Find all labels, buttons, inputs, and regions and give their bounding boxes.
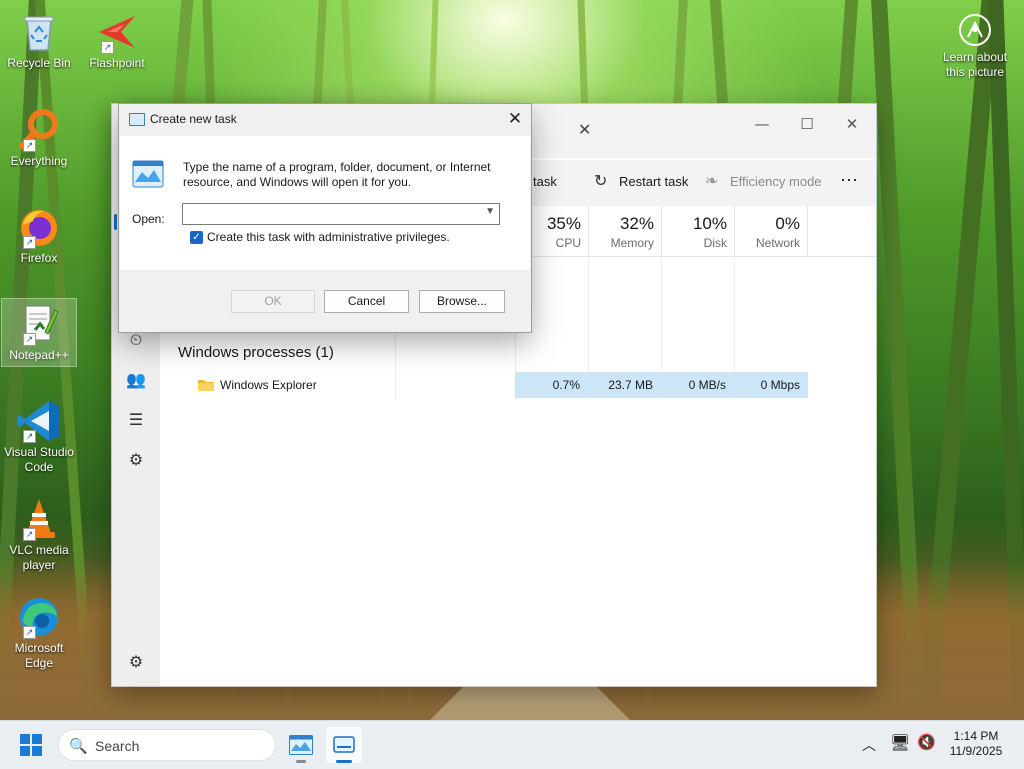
flashpoint-icon: ↗ xyxy=(95,10,139,54)
users-icon[interactable]: 👥 xyxy=(126,370,146,390)
group-header[interactable]: Windows processes (1) xyxy=(178,344,334,361)
vlc-icon: ↗ xyxy=(17,497,61,541)
chevron-up-icon[interactable]: ︿ xyxy=(862,735,876,755)
nav-selection-indicator xyxy=(114,214,117,230)
close-button[interactable]: ✕ xyxy=(830,110,874,138)
shortcut-arrow-icon: ↗ xyxy=(23,626,36,639)
camera-icon xyxy=(957,12,993,48)
admin-checkbox[interactable]: ✓ xyxy=(190,231,203,244)
chevron-down-icon[interactable]: ▼ xyxy=(485,206,495,217)
desktop-icon-edge[interactable]: ↗ Microsoft Edge xyxy=(1,595,77,671)
restart-task-button[interactable]: Restart task xyxy=(619,174,688,189)
dialog-title: Create new task xyxy=(150,112,237,126)
run-title-icon xyxy=(129,113,145,126)
desktop-icon-label: Firefox xyxy=(20,251,58,265)
network-percent: 0% xyxy=(775,214,800,233)
notepad-plus-plus-icon: ↗ xyxy=(17,302,61,346)
everything-icon: ↗ xyxy=(17,108,61,152)
process-disk: 0 MB/s xyxy=(661,372,734,398)
column-extra xyxy=(807,206,877,256)
shortcut-arrow-icon: ↗ xyxy=(101,41,114,54)
shortcut-arrow-icon: ↗ xyxy=(23,139,36,152)
desktop-icon-label: Everything xyxy=(10,154,68,168)
restart-icon: ↻ xyxy=(594,171,608,190)
shortcut-arrow-icon: ↗ xyxy=(23,236,36,249)
desktop-icon-label: Flashpoint xyxy=(89,56,145,70)
column-memory[interactable]: 32% Memory xyxy=(588,206,662,256)
desktop-icon-label: Microsoft Edge xyxy=(14,641,64,670)
folder-icon xyxy=(198,378,214,391)
network-icon[interactable]: 🖥 xyxy=(890,733,910,752)
table-row[interactable]: Windows Explorer 0.7% 23.7 MB 0 MB/s 0 M… xyxy=(164,372,808,398)
windows-logo-icon xyxy=(20,734,30,744)
run-app-icon xyxy=(289,735,313,755)
dialog-description: Type the name of a program, folder, docu… xyxy=(183,160,491,189)
learn-about-label: Learn about this picture xyxy=(942,50,1008,79)
column-disk[interactable]: 10% Disk xyxy=(661,206,735,256)
run-icon xyxy=(132,160,164,188)
vscode-icon: ↗ xyxy=(17,399,61,443)
memory-label: Memory xyxy=(610,236,654,250)
taskbar-run-app[interactable] xyxy=(283,727,319,763)
clock-date: 11/9/2025 xyxy=(949,744,1003,758)
clock-time: 1:14 PM xyxy=(953,729,999,743)
taskbar-search[interactable]: 🔍 Search xyxy=(58,729,276,761)
disk-percent: 10% xyxy=(692,214,727,233)
dialog-close-button[interactable]: ✕ xyxy=(503,107,527,131)
desktop-icon-label: VLC media player xyxy=(9,543,69,572)
process-network: 0 Mbps xyxy=(734,372,808,398)
open-combobox[interactable]: ▼ xyxy=(182,203,500,225)
search-icon: 🔍 xyxy=(69,737,88,755)
taskbar-task-manager-app[interactable] xyxy=(326,727,362,763)
desktop-icon-firefox[interactable]: ↗ Firefox xyxy=(1,205,77,266)
create-new-task-dialog: Create new task ✕ Type the name of a pro… xyxy=(119,104,531,332)
recycle-bin-icon xyxy=(17,10,61,54)
open-label: Open: xyxy=(132,212,165,226)
shortcut-arrow-icon: ↗ xyxy=(23,333,36,346)
desktop-icon-recycle-bin[interactable]: Recycle Bin xyxy=(1,10,77,71)
maximize-button[interactable]: ☐ xyxy=(785,110,829,138)
minimize-button[interactable]: — xyxy=(740,110,784,138)
firefox-icon: ↗ xyxy=(17,205,61,249)
network-label: Network xyxy=(755,236,800,250)
volume-muted-icon[interactable]: 🔇 xyxy=(917,733,936,751)
learn-about-this-picture[interactable]: Learn about this picture xyxy=(936,12,1014,80)
disk-label: Disk xyxy=(703,236,727,250)
task-manager-app-icon xyxy=(333,736,355,753)
memory-percent: 32% xyxy=(619,214,654,233)
desktop-icon-vlc[interactable]: ↗ VLC media player xyxy=(1,497,77,573)
search-clear-icon[interactable]: ✕ xyxy=(578,120,591,139)
process-cpu: 0.7% xyxy=(515,372,588,398)
details-icon[interactable]: ☰ xyxy=(126,410,146,430)
search-placeholder: Search xyxy=(95,738,140,754)
more-options-icon[interactable]: ⋯ xyxy=(840,170,858,191)
start-button[interactable] xyxy=(20,734,43,757)
desktop-icon-everything[interactable]: ↗ Everything xyxy=(1,108,77,169)
process-name: Windows Explorer xyxy=(220,378,317,392)
efficiency-mode-button[interactable]: Efficiency mode xyxy=(730,174,822,189)
clock[interactable]: 1:14 PM 11/9/2025 xyxy=(940,729,1012,759)
desktop-icon-label: Recycle Bin xyxy=(7,56,71,70)
process-memory: 23.7 MB xyxy=(588,372,661,398)
shortcut-arrow-icon: ↗ xyxy=(23,430,36,443)
desktop-icon-vscode[interactable]: ↗ Visual Studio Code xyxy=(1,399,77,475)
open-input[interactable] xyxy=(187,205,481,225)
cancel-button[interactable]: Cancel xyxy=(324,290,409,313)
admin-checkbox-label[interactable]: Create this task with administrative pri… xyxy=(207,230,450,244)
column-network[interactable]: 0% Network xyxy=(734,206,808,256)
performance-icon[interactable]: ⏲ xyxy=(126,330,146,350)
services-icon[interactable]: ⚙ xyxy=(126,450,146,470)
edge-icon: ↗ xyxy=(17,595,61,639)
taskbar: 🔍 Search ︿ 🖥 🔇 1:14 PM 11/9/2025 xyxy=(0,720,1024,769)
efficiency-leaf-icon: ❧ xyxy=(705,171,719,190)
shortcut-arrow-icon: ↗ xyxy=(23,528,36,541)
desktop-icon-notepad-plus-plus[interactable]: ↗ Notepad++ xyxy=(1,298,77,367)
desktop-icon-label: Visual Studio Code xyxy=(4,445,74,474)
settings-icon[interactable]: ⚙ xyxy=(126,652,146,672)
desktop-icon-flashpoint[interactable]: ↗ Flashpoint xyxy=(79,10,155,71)
browse-button[interactable]: Browse... xyxy=(419,290,505,313)
ok-button[interactable]: OK xyxy=(231,290,315,313)
